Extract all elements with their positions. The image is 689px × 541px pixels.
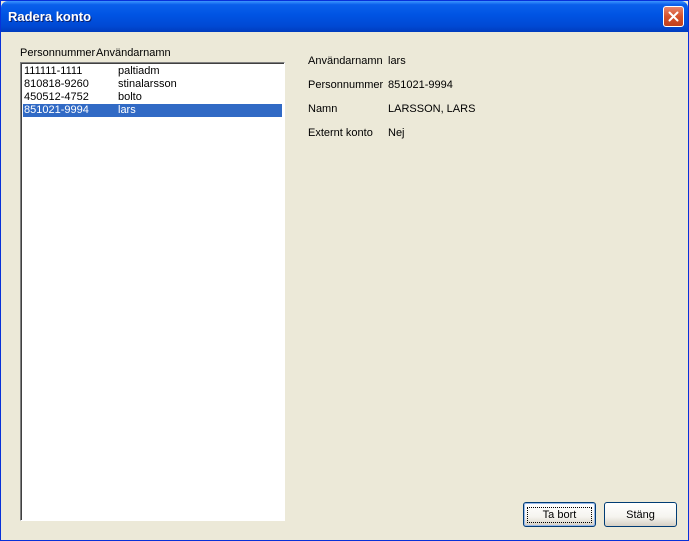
list-item[interactable]: 450512-4752 bolto (23, 91, 282, 104)
detail-label-external-account: Externt konto (308, 127, 373, 139)
detail-label-username: Användarnamn (308, 55, 383, 67)
list-item-personnummer: 810818-9260 (24, 78, 89, 90)
list-item[interactable]: 111111-1111 paltiadm (23, 65, 282, 78)
column-header-personnummer[interactable]: Personnummer (20, 47, 95, 59)
close-window-button[interactable] (663, 6, 684, 27)
column-header-username[interactable]: Användarnamn (96, 47, 171, 59)
delete-account-dialog: Radera konto Personnummer Användarnamn 1… (0, 0, 689, 541)
list-item-personnummer: 111111-1111 (24, 65, 83, 77)
detail-value-personnummer: 851021-9994 (388, 79, 453, 91)
close-button-label: Stäng (626, 508, 655, 521)
account-listbox[interactable]: 111111-1111 paltiadm 810818-9260 stinala… (20, 62, 285, 521)
close-icon (668, 11, 679, 22)
list-item-selected[interactable]: 851021-9994 lars (23, 104, 282, 117)
window-title: Radera konto (8, 9, 92, 24)
list-item-username: stinalarsson (118, 78, 177, 90)
detail-value-username: lars (388, 55, 406, 67)
list-item-username: bolto (118, 91, 142, 103)
close-button[interactable]: Stäng (604, 502, 677, 527)
detail-label-name: Namn (308, 103, 338, 115)
list-item-username: paltiadm (118, 65, 160, 77)
detail-value-external-account: Nej (388, 127, 405, 139)
title-bar[interactable]: Radera konto (1, 1, 688, 32)
delete-button[interactable]: Ta bort (523, 502, 596, 527)
delete-button-label: Ta bort (526, 506, 593, 523)
list-item-personnummer: 851021-9994 (24, 104, 89, 116)
detail-label-personnummer: Personnummer (308, 79, 384, 91)
list-item[interactable]: 810818-9260 stinalarsson (23, 78, 282, 91)
list-item-username: lars (118, 104, 136, 116)
list-item-personnummer: 450512-4752 (24, 91, 89, 103)
detail-value-name: LARSSON, LARS (388, 103, 476, 115)
